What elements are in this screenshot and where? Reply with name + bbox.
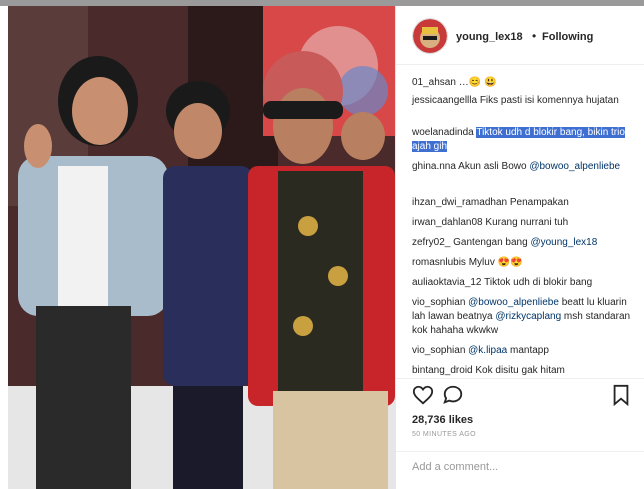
comment-text: mantapp bbox=[510, 345, 549, 356]
comment: 01_ahsan …😊 😃 bbox=[412, 76, 638, 90]
post-header: young_lex18 • Following bbox=[396, 6, 644, 65]
comment: ihzan_dwi_ramadhan Penampakan bbox=[412, 196, 638, 210]
post-side-panel: young_lex18 • Following 01_ahsan …😊 😃 je… bbox=[395, 6, 644, 489]
comment-username[interactable]: jessicaangellla bbox=[412, 95, 477, 106]
comment: jessicaangellla Fiks pasti isi komennya … bbox=[412, 94, 638, 108]
comment-mention[interactable]: @young_lex18 bbox=[530, 237, 597, 248]
comment-text: Tiktok udh di blokir bang bbox=[484, 277, 593, 288]
comment-text: Penampakan bbox=[509, 197, 569, 208]
divider bbox=[396, 451, 644, 452]
separator-dot: • bbox=[532, 29, 537, 43]
comment: irwan_dahlan08 Kurang nurrani tuh bbox=[412, 216, 638, 230]
comment-icon[interactable] bbox=[442, 384, 464, 406]
comment-username[interactable]: 01_ahsan bbox=[412, 77, 456, 88]
comment-username[interactable]: woelanadinda bbox=[412, 127, 474, 138]
comment-username[interactable]: romasnlubis bbox=[412, 257, 466, 268]
add-comment-input[interactable]: Add a comment... bbox=[412, 461, 498, 473]
comment-text: Fiks pasti isi komennya hujatan bbox=[479, 95, 619, 106]
post-username[interactable]: young_lex18 bbox=[456, 31, 523, 43]
comment-username[interactable]: auliaoktavia_12 bbox=[412, 277, 482, 288]
comment: vio_sophian @bowoo_alpenliebe beatt lu k… bbox=[412, 296, 638, 338]
comment-text: Gantengan bang bbox=[453, 237, 528, 248]
comment-mention[interactable]: @k.lipaa bbox=[468, 345, 507, 356]
comment: bintang_droid Kok disitu gak hitam bbox=[412, 364, 638, 378]
comment-text: Kok disitu gak hitam bbox=[475, 365, 565, 376]
comment: ghina.nna Akun asli Bowo @bowoo_alpenlie… bbox=[412, 160, 638, 174]
comment: woelanadinda Tiktok udh d blokir bang, b… bbox=[412, 126, 638, 154]
heart-icon[interactable] bbox=[412, 384, 434, 406]
comment: vio_sophian @k.lipaa mantapp bbox=[412, 344, 638, 358]
avatar-image bbox=[413, 19, 447, 53]
post-photo[interactable] bbox=[8, 6, 395, 489]
divider bbox=[396, 378, 644, 379]
comment-username[interactable]: ihzan_dwi_ramadhan bbox=[412, 197, 507, 208]
like-count[interactable]: 28,736 likes bbox=[412, 414, 473, 426]
comment-username[interactable]: vio_sophian bbox=[412, 297, 465, 308]
comment-text: …😊 😃 bbox=[458, 77, 497, 88]
following-button[interactable]: Following bbox=[542, 31, 593, 43]
comment-username[interactable]: zefry02_ bbox=[412, 237, 450, 248]
post-timestamp[interactable]: 50 MINUTES AGO bbox=[412, 431, 476, 438]
instagram-post-modal: young_lex18 • Following 01_ahsan …😊 😃 je… bbox=[0, 0, 644, 489]
comment-mention[interactable]: @bowoo_alpenliebe bbox=[468, 297, 559, 308]
comment-mention[interactable]: @rizkycaplang bbox=[495, 311, 561, 322]
avatar[interactable] bbox=[412, 18, 448, 54]
comment: zefry02_ Gantengan bang @young_lex18 bbox=[412, 236, 638, 250]
post-actions bbox=[412, 384, 632, 406]
comment: auliaoktavia_12 Tiktok udh di blokir ban… bbox=[412, 276, 638, 290]
comment-username[interactable]: vio_sophian bbox=[412, 345, 465, 356]
comment-username[interactable]: bintang_droid bbox=[412, 365, 473, 376]
comment-text: Akun asli Bowo bbox=[458, 161, 527, 172]
comment-text: Kurang nurrani tuh bbox=[485, 217, 569, 228]
comment: romasnlubis Myluv 😍😍 bbox=[412, 256, 638, 270]
comment-text: Myluv 😍😍 bbox=[468, 257, 523, 268]
comment-username[interactable]: irwan_dahlan08 bbox=[412, 217, 483, 228]
photo-illustration bbox=[8, 6, 395, 489]
comment-mention[interactable]: @bowoo_alpenliebe bbox=[529, 161, 620, 172]
comment-username[interactable]: ghina.nna bbox=[412, 161, 456, 172]
bookmark-icon[interactable] bbox=[611, 384, 631, 406]
